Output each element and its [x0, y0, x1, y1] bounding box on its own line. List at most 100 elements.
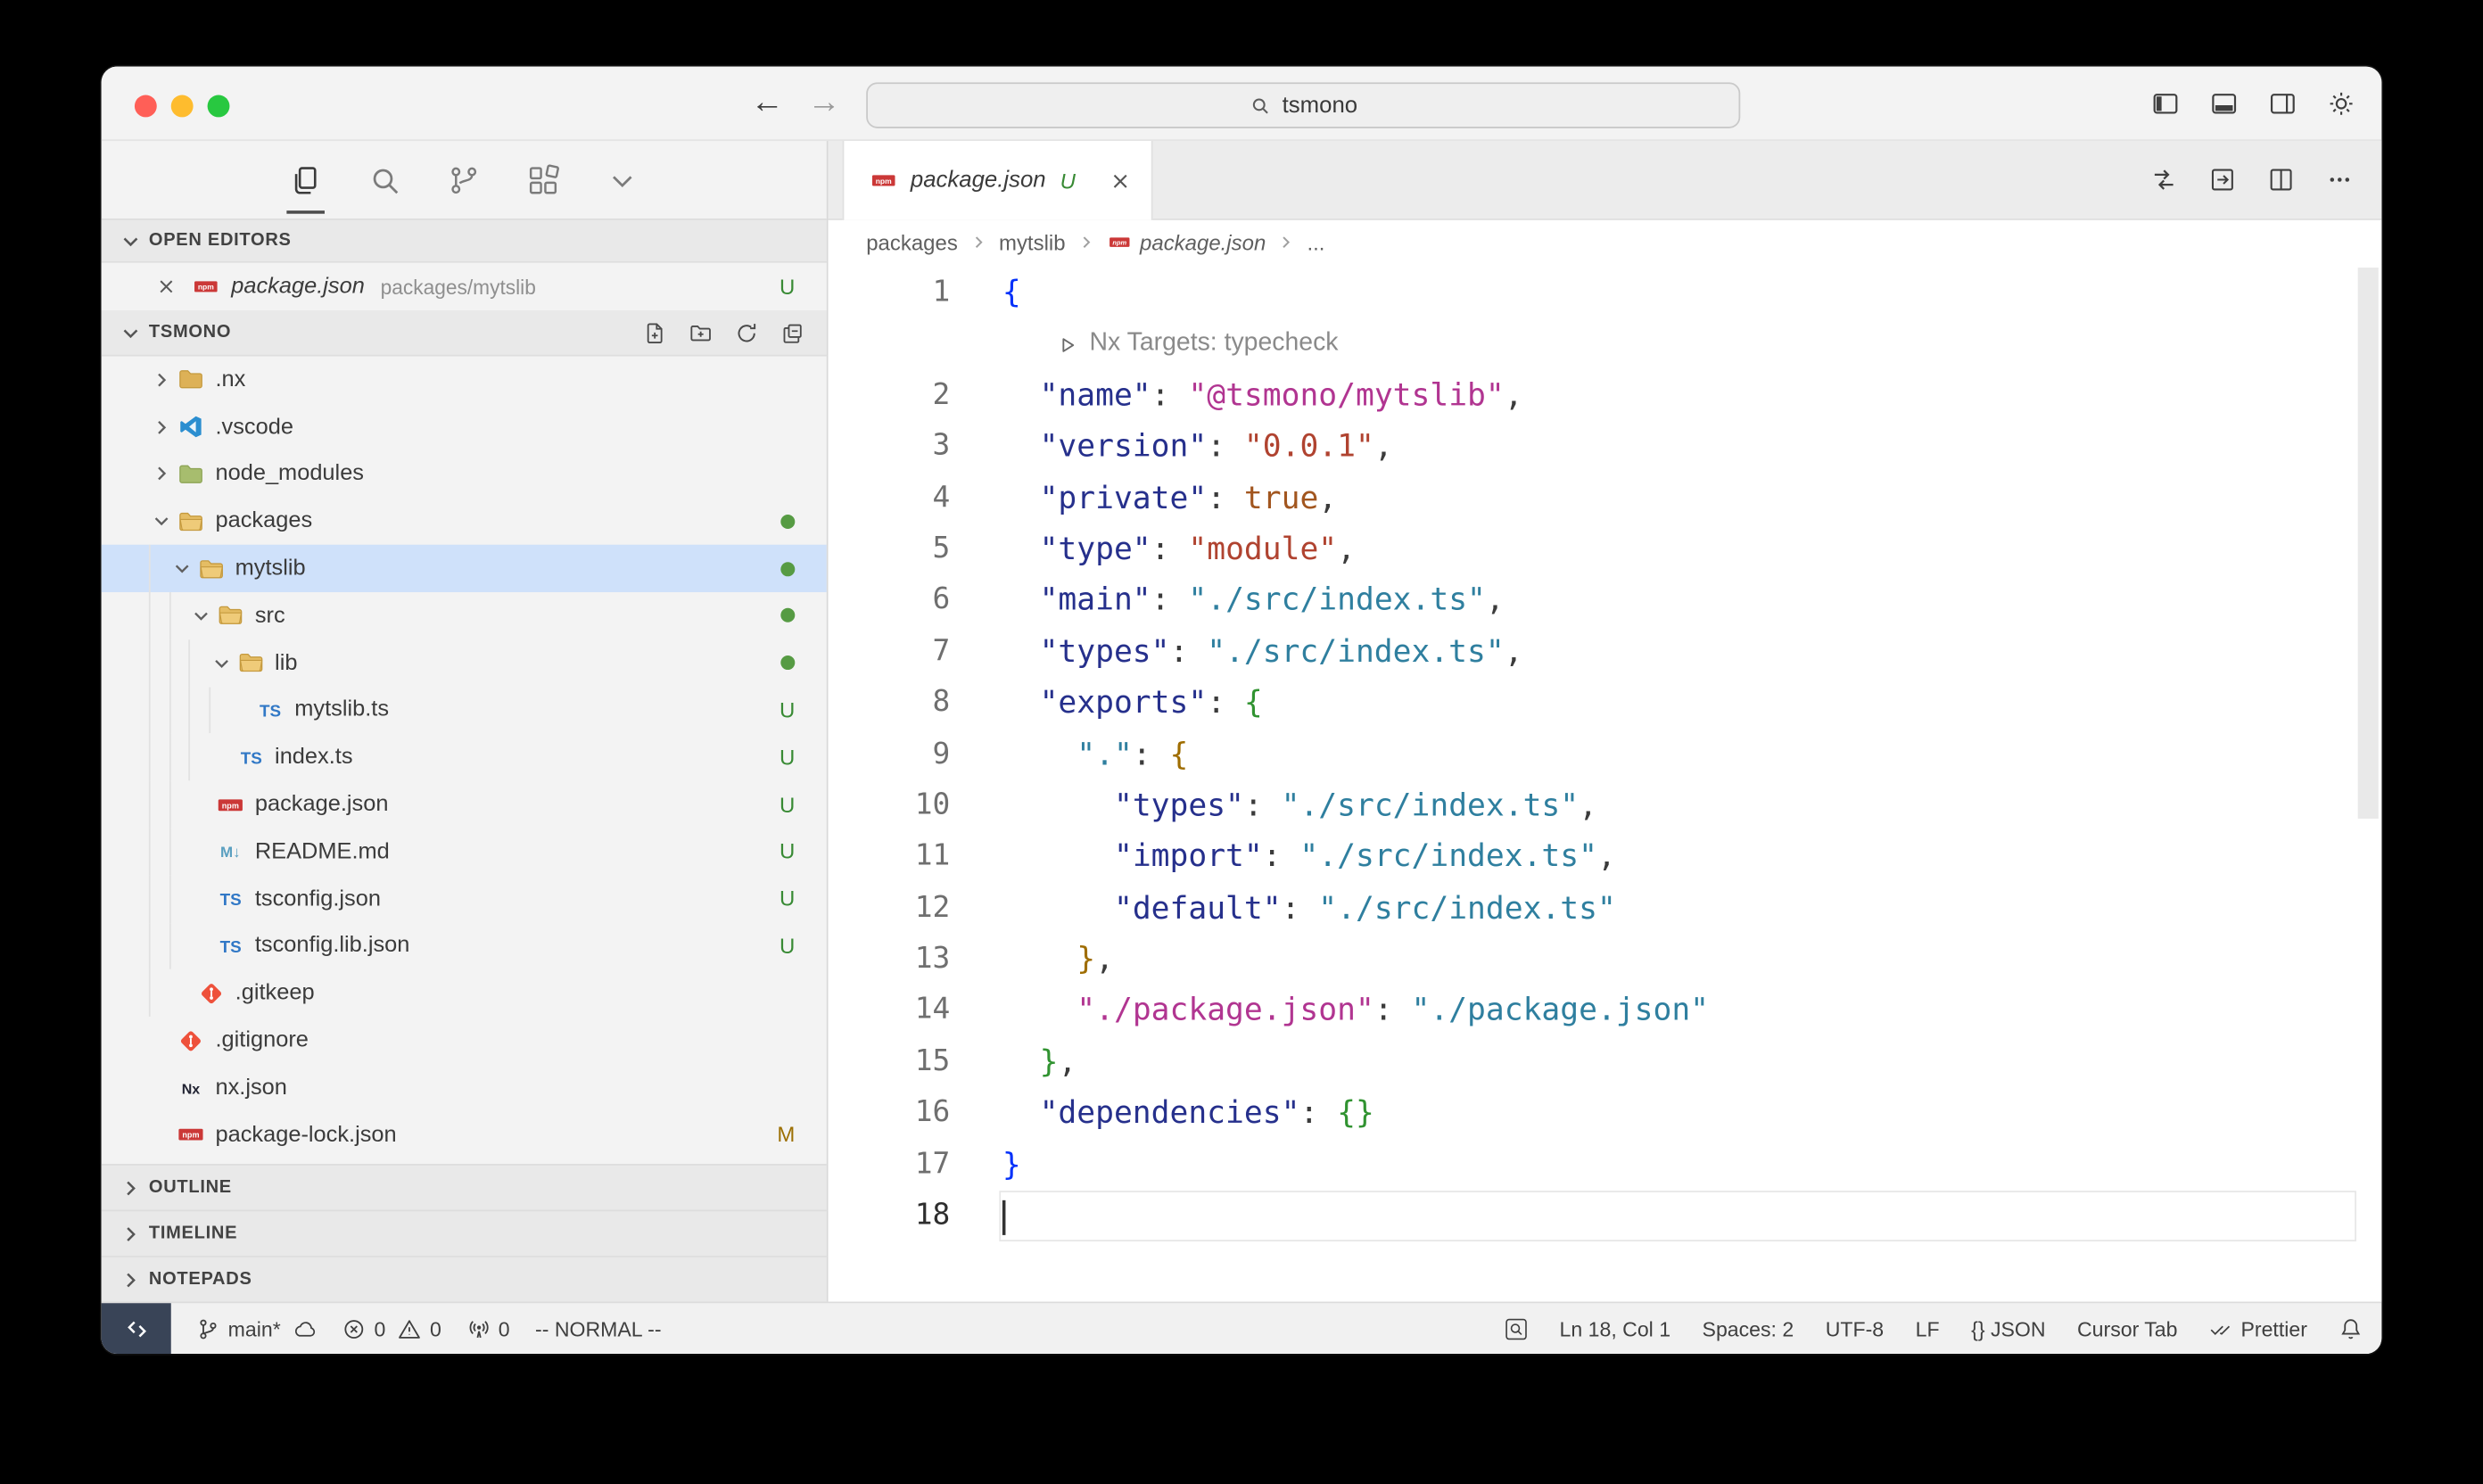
more-actions-icon[interactable] [2326, 166, 2353, 193]
chevron-right-icon[interactable] [149, 462, 174, 487]
toggle-primary-sidebar-icon[interactable] [2150, 88, 2181, 119]
minimize-window-button[interactable] [171, 95, 194, 118]
status-ports[interactable]: 0 [466, 1316, 509, 1340]
scrollbar[interactable] [2358, 268, 2379, 819]
folder-open-icon [235, 649, 266, 676]
chevron-down-icon [119, 321, 143, 345]
chevron-down-icon[interactable] [208, 650, 233, 675]
tree-item-index-ts[interactable]: TS index.ts U [102, 734, 827, 781]
open-editors-header[interactable]: OPEN EDITORS [102, 218, 827, 263]
command-center-search[interactable]: tsmono [866, 82, 1740, 128]
collapse-folders-icon[interactable] [780, 321, 804, 345]
status-cursor-tab[interactable]: Cursor Tab [2077, 1316, 2177, 1340]
code-line-12: 12 "default": "./src/index.ts" [829, 883, 2382, 935]
tree-item-package-lock-json[interactable]: npm package-lock.json M [102, 1111, 827, 1158]
tab-package-json[interactable]: npm package.json U [843, 141, 1153, 220]
maximize-window-button[interactable] [208, 95, 230, 118]
line-number: 17 [829, 1140, 1002, 1191]
breadcrumb-item-packages[interactable]: packages [866, 230, 958, 254]
status-encoding[interactable]: UTF-8 [1826, 1316, 1884, 1340]
tree-item-gitignore[interactable]: .gitignore [102, 1017, 827, 1064]
tree-item-readme-md[interactable]: M↓ README.md U [102, 829, 827, 876]
navigate-forward-button[interactable]: → [808, 67, 841, 140]
status-label: main* [228, 1316, 281, 1340]
code-line-1: 1 { [829, 268, 2382, 319]
status-cursor-position[interactable]: Ln 18, Col 1 [1560, 1316, 1670, 1340]
status-git-branch[interactable]: main* [196, 1316, 281, 1340]
code-editor[interactable]: 1 { Nx Targets: typecheck 2 "name": "@ts… [829, 265, 2382, 1302]
toggle-panel-icon[interactable] [2209, 88, 2240, 119]
more-views-button[interactable] [603, 161, 641, 199]
breadcrumb[interactable]: packages mytslib npm package.json ... [829, 220, 2382, 265]
title-bar[interactable]: ← → tsmono [102, 67, 2382, 141]
remote-indicator[interactable] [102, 1303, 171, 1354]
chevron-right-icon[interactable] [149, 415, 174, 440]
breadcrumb-item-more[interactable]: ... [1307, 230, 1324, 254]
status-notifications[interactable] [2339, 1316, 2363, 1340]
navigate-back-button[interactable]: ← [751, 67, 784, 140]
status-indentation[interactable]: Spaces: 2 [1703, 1316, 1794, 1340]
status-errors[interactable]: 0 [342, 1316, 385, 1340]
settings-icon[interactable] [2326, 88, 2356, 119]
project-header[interactable]: TSMONO [102, 310, 827, 356]
broadcast-icon [466, 1316, 491, 1340]
chevron-down-icon[interactable] [188, 603, 213, 628]
tree-item-mytslib-ts[interactable]: TS mytslib.ts U [102, 687, 827, 734]
breadcrumb-item-mytslib[interactable]: mytslib [999, 230, 1066, 254]
status-label: -- NORMAL -- [535, 1316, 661, 1340]
search-view-button[interactable] [366, 161, 404, 199]
tree-item-src[interactable]: src [102, 592, 827, 639]
status-zoom-indicator[interactable] [1504, 1316, 1528, 1340]
tree-item-node-modules[interactable]: node_modules [102, 450, 827, 498]
new-file-icon[interactable] [643, 321, 667, 345]
explorer-view-button[interactable] [286, 161, 325, 199]
tree-item-vscode[interactable]: .vscode [102, 403, 827, 450]
line-number: 16 [829, 1088, 1002, 1140]
panel-header-timeline[interactable]: TIMELINE [102, 1209, 827, 1255]
tree-item-tsconfig-json[interactable]: TS tsconfig.json U [102, 875, 827, 922]
tree-item-nx-json[interactable]: Nx nx.json [102, 1064, 827, 1111]
close-editor-icon[interactable] [155, 276, 177, 298]
tree-item-tsconfig-lib-json[interactable]: TS tsconfig.lib.json U [102, 922, 827, 969]
source-control-view-button[interactable] [445, 161, 483, 199]
code-line-13: 13 }, [829, 935, 2382, 986]
status-language-mode[interactable]: {} JSON [1971, 1316, 2045, 1340]
tree-item-gitkeep[interactable]: .gitkeep [102, 969, 827, 1017]
status-eol[interactable]: LF [1916, 1316, 1940, 1340]
tree-item-packages[interactable]: packages [102, 498, 827, 545]
line-number: 9 [829, 730, 1002, 781]
extensions-view-button[interactable] [524, 161, 563, 199]
chevron-down-icon[interactable] [169, 556, 194, 581]
new-folder-icon[interactable] [689, 321, 713, 345]
panel-label: OUTLINE [149, 1178, 232, 1197]
split-editor-icon[interactable] [2268, 166, 2295, 193]
tree-item-label: index.ts [275, 745, 352, 770]
code-line-7: 7 "types": "./src/index.ts", [829, 627, 2382, 679]
sidebar-panels: OUTLINE TIMELINE NOTEPADS [102, 1164, 827, 1301]
tree-item-mytslib[interactable]: mytslib [102, 545, 827, 592]
open-editor-package-json[interactable]: npm package.json packages/mytslib U [102, 263, 827, 310]
panel-header-outline[interactable]: OUTLINE [102, 1164, 827, 1209]
refresh-explorer-icon[interactable] [735, 321, 759, 345]
open-changes-icon[interactable] [2209, 166, 2236, 193]
codelens[interactable]: Nx Targets: typecheck [829, 319, 2382, 371]
close-tab-icon[interactable] [1109, 169, 1133, 193]
tree-item-lib[interactable]: lib [102, 639, 827, 687]
compare-changes-icon[interactable] [2150, 166, 2177, 193]
code-line-4: 4 "private": true, [829, 473, 2382, 524]
tree-item-package-json[interactable]: npm package.json U [102, 781, 827, 829]
activity-bar [102, 141, 827, 218]
toggle-secondary-sidebar-icon[interactable] [2268, 88, 2298, 119]
status-vim-mode[interactable]: -- NORMAL -- [535, 1316, 661, 1340]
chevron-down-icon[interactable] [149, 508, 174, 533]
status-sync-changes[interactable] [293, 1316, 318, 1340]
tree-item-nx[interactable]: .nx [102, 356, 827, 403]
close-window-button[interactable] [135, 95, 157, 118]
status-warnings[interactable]: 0 [399, 1316, 441, 1340]
breadcrumb-item-package-json[interactable]: npm package.json [1107, 230, 1266, 254]
status-formatter[interactable]: Prettier [2209, 1316, 2307, 1340]
tree-item-label: tsconfig.json [255, 886, 381, 911]
chevron-right-icon[interactable] [149, 367, 174, 392]
code-line-2: 2 "name": "@tsmono/mytslib", [829, 370, 2382, 422]
panel-header-notepads[interactable]: NOTEPADS [102, 1256, 827, 1301]
